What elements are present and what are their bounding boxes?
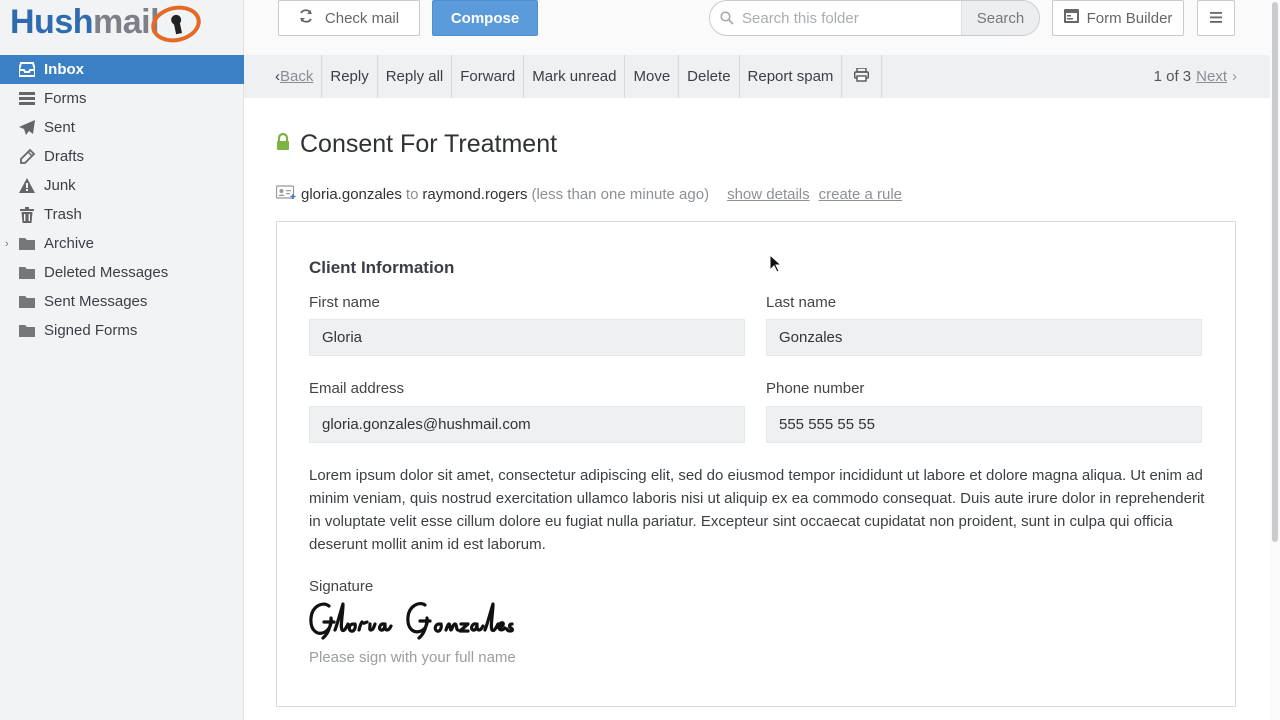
pager: 1 of 3 Next ›: [1154, 55, 1237, 98]
sidebar-item-inbox[interactable]: Inbox: [0, 55, 244, 84]
search-box: Search: [709, 0, 1040, 36]
mouse-cursor-icon: [769, 253, 783, 278]
show-details-link[interactable]: show details: [727, 186, 810, 203]
compose-button[interactable]: Compose: [432, 0, 538, 36]
pager-text: 1 of 3: [1153, 68, 1192, 85]
search-icon: [710, 1, 738, 35]
sidebar-item-label: Sent: [44, 119, 75, 136]
sidebar-item-junk[interactable]: Junk: [0, 171, 244, 200]
forward-button[interactable]: Forward: [452, 55, 525, 98]
message-time: (less than one minute ago): [531, 185, 710, 203]
sidebar-item-label: Trash: [44, 206, 82, 223]
refresh-icon: [299, 9, 313, 27]
email-field: gloria.gonzales@hushmail.com: [309, 406, 745, 443]
form-builder-label: Form Builder: [1086, 9, 1173, 27]
chevron-right-icon[interactable]: ›: [5, 238, 9, 250]
logo-text-mail: mail: [93, 3, 160, 41]
hamburger-icon: [1210, 8, 1222, 28]
email-label: Email address: [309, 380, 405, 397]
sidebar-item-label: Sent Messages: [44, 293, 148, 310]
recipient[interactable]: raymond.rogers: [422, 186, 527, 203]
folder-list: Inbox Forms Sent Drafts Junk Trash › Arc…: [0, 55, 244, 345]
report-spam-button[interactable]: Report spam: [740, 55, 843, 98]
lock-icon: [276, 132, 300, 156]
chevron-right-icon[interactable]: ›: [1232, 68, 1237, 85]
sender[interactable]: gloria.gonzales: [301, 186, 402, 203]
pencil-icon: [18, 148, 36, 165]
trash-icon: [18, 206, 36, 223]
last-name-label: Last name: [766, 294, 837, 311]
sidebar-item-label: Archive: [44, 235, 95, 252]
check-mail-label: Check mail: [324, 9, 400, 27]
sidebar-item-archive[interactable]: › Archive: [0, 229, 244, 258]
mark-unread-button[interactable]: Mark unread: [524, 55, 626, 98]
phone-field: 555 555 55 55: [766, 406, 1202, 443]
phone-label: Phone number: [766, 380, 865, 397]
sidebar-item-signed-forms[interactable]: Signed Forms: [0, 316, 244, 345]
create-rule-link[interactable]: create a rule: [819, 186, 902, 203]
next-link[interactable]: Next: [1196, 68, 1227, 85]
delete-button[interactable]: Delete: [679, 55, 740, 98]
paper-plane-icon: [18, 119, 36, 136]
last-name-field: Gonzales: [766, 319, 1202, 356]
printer-icon: [854, 66, 870, 86]
folder-icon: [18, 294, 36, 310]
search-button[interactable]: Search: [961, 1, 1039, 35]
sidebar: Hushmail Inbox Forms Sent Drafts Junk Tr…: [0, 0, 244, 720]
sidebar-item-label: Signed Forms: [44, 322, 138, 339]
sidebar-item-label: Inbox: [44, 61, 84, 78]
folder-icon: [18, 265, 36, 281]
search-input[interactable]: [738, 1, 961, 35]
sidebar-item-label: Drafts: [44, 148, 85, 165]
consent-text: Lorem ipsum dolor sit amet, consectetur …: [309, 467, 1205, 553]
sidebar-item-sent-messages[interactable]: Sent Messages: [0, 287, 244, 316]
signature-image: [307, 596, 547, 649]
form-submission: Client Information First name Gloria Las…: [276, 221, 1236, 707]
sidebar-item-trash[interactable]: Trash: [0, 200, 244, 229]
message-meta: gloria.gonzales to raymond.rogers (less …: [275, 184, 902, 204]
list-icon: [18, 91, 36, 107]
message-subject: Consent For Treatment: [276, 130, 557, 159]
inbox-icon: [18, 62, 36, 78]
warning-icon: [18, 178, 36, 194]
reply-button[interactable]: Reply: [322, 55, 378, 98]
signature-label: Signature: [309, 578, 374, 595]
section-title: Client Information: [309, 258, 455, 277]
first-name-field: Gloria: [309, 319, 745, 356]
move-button[interactable]: Move: [625, 55, 680, 98]
sidebar-item-label: Deleted Messages: [44, 264, 169, 281]
contact-card-icon: [275, 184, 301, 204]
sidebar-item-sent[interactable]: Sent: [0, 113, 244, 142]
reply-all-button[interactable]: Reply all: [378, 55, 453, 98]
hushmail-logo[interactable]: Hushmail: [10, 0, 205, 47]
folder-icon: [18, 236, 36, 252]
signature-hint: Please sign with your full name: [309, 649, 516, 666]
back-button[interactable]: ‹ Back: [244, 55, 323, 98]
check-mail-button[interactable]: Check mail: [278, 0, 420, 36]
folder-icon: [18, 323, 36, 339]
message-toolbar: ‹ Back Reply Reply all Forward Mark unre…: [244, 55, 1270, 98]
sidebar-item-deleted-messages[interactable]: Deleted Messages: [0, 258, 244, 287]
sidebar-item-label: Forms: [44, 90, 87, 107]
menu-button[interactable]: [1197, 0, 1235, 36]
sidebar-item-drafts[interactable]: Drafts: [0, 142, 244, 171]
scrollbar[interactable]: [1270, 0, 1280, 720]
scrollbar-thumb[interactable]: [1272, 2, 1278, 542]
logo-text-hush: Hush: [10, 3, 94, 41]
sidebar-item-forms[interactable]: Forms: [0, 84, 244, 113]
subject-text: Consent For Treatment: [300, 130, 558, 158]
to-word: to: [405, 185, 419, 203]
form-builder-icon: [1063, 9, 1079, 27]
back-label: Back: [280, 68, 314, 85]
first-name-label: First name: [309, 294, 380, 311]
sidebar-item-label: Junk: [44, 177, 76, 194]
top-bar: Check mail Compose Search Form Builder: [244, 0, 1280, 55]
form-builder-button[interactable]: Form Builder: [1052, 0, 1184, 36]
print-button[interactable]: [842, 55, 883, 98]
